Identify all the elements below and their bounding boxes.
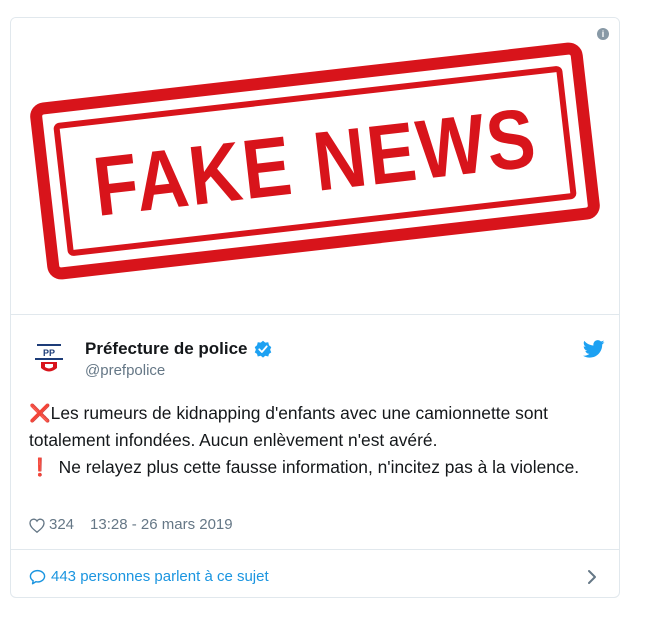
tweet-header: PP Préfecture de police @prefpolice [29, 336, 609, 386]
tweet-meta: 324 13:28 - 26 mars 2019 [29, 516, 233, 534]
author-name-row[interactable]: Préfecture de police [85, 339, 272, 359]
verified-badge-icon [254, 340, 271, 358]
tweet-paragraph-2: ❗ Ne relayez plus cette fausse informatio… [29, 454, 604, 481]
conversation-link[interactable]: 443 personnes parlent à ce sujet [29, 565, 609, 589]
tweet-line-2: Ne relayez plus cette fausse information… [58, 457, 580, 477]
exclamation-mark-icon: ❗ [29, 457, 51, 477]
svg-text:PP: PP [43, 348, 55, 358]
tweet-timestamp[interactable]: 13:28 - 26 mars 2019 [90, 516, 233, 534]
fake-news-stamp: FAKE NEWS [28, 41, 602, 281]
chevron-right-icon[interactable] [587, 569, 597, 585]
speech-bubble-icon [29, 569, 46, 585]
tweet-text: ❌Les rumeurs de kidnapping d'enfants ave… [29, 400, 604, 481]
like-count[interactable]: 324 [49, 516, 74, 534]
conversation-label[interactable]: 443 personnes parlent à ce sujet [51, 568, 269, 586]
tweet-line-1: Les rumeurs de kidnapping d'enfants avec… [29, 403, 548, 450]
info-icon[interactable]: i [597, 28, 609, 40]
tweet-media-image[interactable]: i FAKE NEWS [11, 18, 619, 315]
prefecture-logo-icon[interactable]: PP [29, 336, 69, 376]
cross-mark-icon: ❌ [29, 403, 51, 423]
tweet-paragraph-1: ❌Les rumeurs de kidnapping d'enfants ave… [29, 400, 604, 454]
heart-icon[interactable] [29, 517, 45, 533]
twitter-bird-icon[interactable] [583, 340, 605, 358]
embedded-tweet-card[interactable]: i FAKE NEWS PP Préfecture de police @pre… [10, 17, 620, 598]
footer-divider [11, 549, 619, 550]
author-name[interactable]: Préfecture de police [85, 339, 248, 359]
author-handle[interactable]: @prefpolice [85, 362, 165, 380]
